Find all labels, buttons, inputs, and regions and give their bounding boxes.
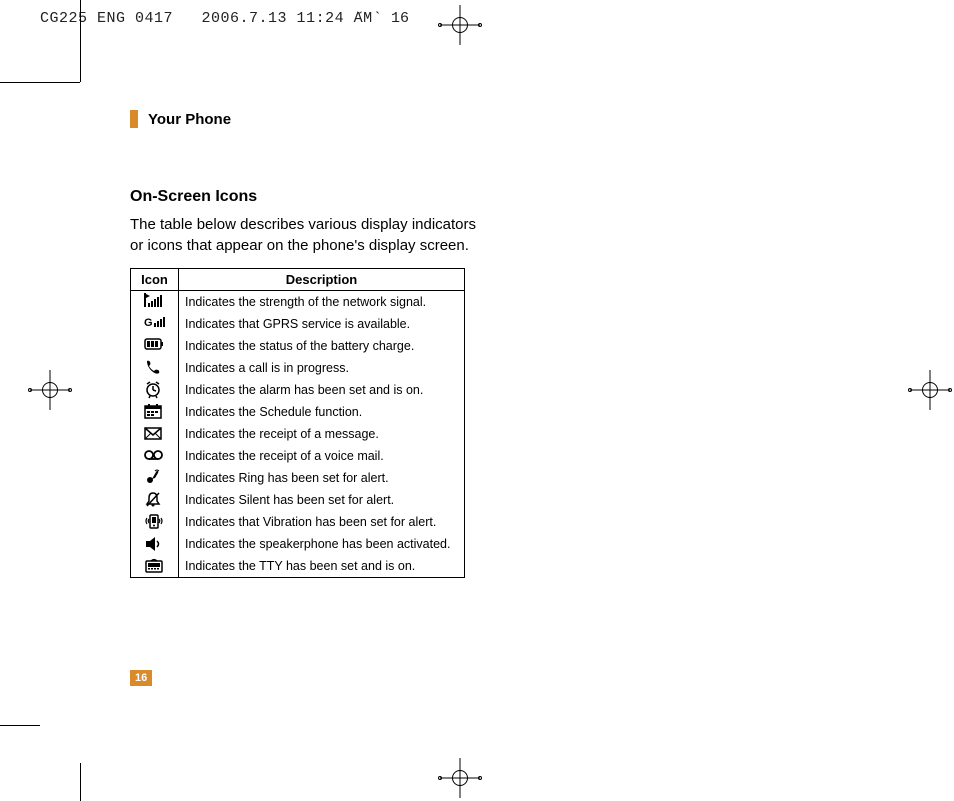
table-header-icon: Icon <box>131 269 179 291</box>
table-row: Indicates the alarm has been set and is … <box>131 379 465 401</box>
registration-mark <box>30 370 70 410</box>
table-cell-description: Indicates the alarm has been set and is … <box>179 379 465 401</box>
table-cell-description: Indicates the status of the battery char… <box>179 335 465 357</box>
table-row: Indicates the TTY has been set and is on… <box>131 555 465 578</box>
section-accent-bar <box>130 110 138 128</box>
table-cell-description: Indicates the receipt of a voice mail. <box>179 445 465 467</box>
table-cell-description: Indicates Ring has been set for alert. <box>179 467 465 489</box>
crop-mark <box>80 0 81 82</box>
tty-icon <box>131 555 179 578</box>
header-page-mark: ˘ ` 16 <box>355 10 409 27</box>
signal-strength-icon <box>131 291 179 314</box>
subsection-title: On-Screen Icons <box>130 188 600 206</box>
message-icon <box>131 423 179 445</box>
table-row: Indicates the receipt of a voice mail. <box>131 445 465 467</box>
header-doc-id: CG225 ENG 0417 <box>40 10 173 27</box>
table-cell-description: Indicates Silent has been set for alert. <box>179 489 465 511</box>
table-cell-description: Indicates the TTY has been set and is on… <box>179 555 465 578</box>
page-number-badge: 16 <box>130 670 152 686</box>
registration-mark <box>440 5 480 45</box>
call-icon <box>131 357 179 379</box>
table-cell-description: Indicates the Schedule function. <box>179 401 465 423</box>
table-row: Indicates the speakerphone has been acti… <box>131 533 465 555</box>
header-timestamp: 2006.7.13 11:24 AM <box>202 10 373 27</box>
table-header-description: Description <box>179 269 465 291</box>
crop-mark <box>0 82 80 83</box>
table-cell-description: Indicates that Vibration has been set fo… <box>179 511 465 533</box>
table-row: Indicates the status of the battery char… <box>131 335 465 357</box>
alarm-icon <box>131 379 179 401</box>
table-row: Indicates the strength of the network si… <box>131 291 465 314</box>
vibration-alert-icon <box>131 511 179 533</box>
crop-mark <box>80 763 81 801</box>
registration-mark <box>910 370 950 410</box>
schedule-icon <box>131 401 179 423</box>
table-row: Indicates a call is in progress. <box>131 357 465 379</box>
header-doc-info: CG225 ENG 0417 2006.7.13 11:24 AM <box>40 10 373 27</box>
intro-text: The table below describes various displa… <box>130 214 600 256</box>
gprs-icon <box>131 313 179 335</box>
ring-alert-icon <box>131 467 179 489</box>
section-header: Your Phone <box>130 110 600 128</box>
table-row: Indicates the Schedule function. <box>131 401 465 423</box>
page-content: Your Phone On-Screen Icons The table bel… <box>130 110 600 578</box>
intro-line: or icons that appear on the phone's disp… <box>130 237 469 254</box>
battery-icon <box>131 335 179 357</box>
voicemail-icon <box>131 445 179 467</box>
icon-description-table: Icon Description Indicates the strength … <box>130 268 465 578</box>
table-cell-description: Indicates a call is in progress. <box>179 357 465 379</box>
section-title: Your Phone <box>148 111 231 128</box>
table-row: Indicates Ring has been set for alert. <box>131 467 465 489</box>
intro-line: The table below describes various displa… <box>130 216 476 233</box>
table-row: Indicates that Vibration has been set fo… <box>131 511 465 533</box>
table-cell-description: Indicates the speakerphone has been acti… <box>179 533 465 555</box>
table-row: Indicates Silent has been set for alert. <box>131 489 465 511</box>
table-cell-description: Indicates that GPRS service is available… <box>179 313 465 335</box>
registration-mark <box>440 758 480 798</box>
table-row: Indicates the receipt of a message. <box>131 423 465 445</box>
table-row: Indicates that GPRS service is available… <box>131 313 465 335</box>
silent-alert-icon <box>131 489 179 511</box>
table-cell-description: Indicates the receipt of a message. <box>179 423 465 445</box>
crop-mark <box>0 725 40 726</box>
speakerphone-icon <box>131 533 179 555</box>
table-cell-description: Indicates the strength of the network si… <box>179 291 465 314</box>
